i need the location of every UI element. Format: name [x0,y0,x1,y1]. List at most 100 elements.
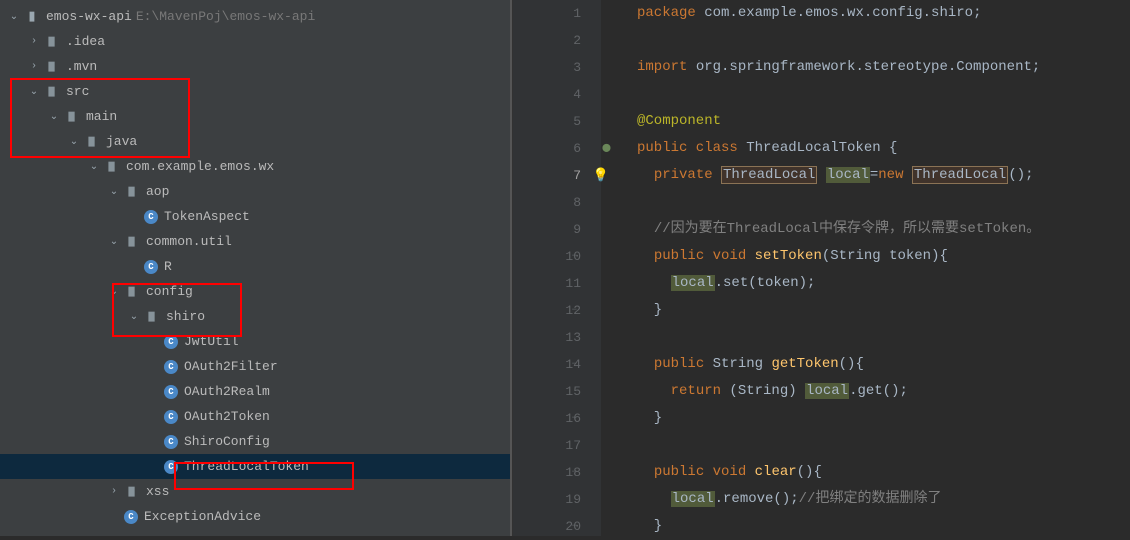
code-token: { [889,140,897,156]
code-token: local [805,383,849,399]
fold-icon[interactable]: − [572,243,577,270]
tree-item-oauth2token[interactable]: OAuth2Token [0,404,510,429]
code-area[interactable]: package com.example.emos.wx.config.shiro… [601,0,1130,536]
package-icon [124,234,140,250]
code-token: return [671,383,730,399]
code-line[interactable]: package com.example.emos.wx.config.shiro… [637,0,1130,27]
code-line[interactable]: } [637,297,1130,324]
code-token: setToken [755,248,822,264]
code-token: org.springframework.stereotype.Component… [696,59,1040,75]
tree-item-oauth2filter[interactable]: OAuth2Filter [0,354,510,379]
code-line[interactable]: public class ThreadLocalToken { [637,135,1130,162]
tree-item--idea[interactable]: › .idea [0,29,510,54]
tree-item-shiroconfig[interactable]: ShiroConfig [0,429,510,454]
fold-icon[interactable]: − [572,351,577,378]
chevron-down-icon[interactable]: ⌄ [68,136,80,148]
code-line[interactable]: local.remove();//把绑定的数据删除了 [637,486,1130,513]
tree-item-com-example-emos-wx[interactable]: ⌄com.example.emos.wx [0,154,510,179]
gutter-line: 1 [513,0,581,27]
chevron-down-icon[interactable]: ⌄ [88,161,100,173]
code-line[interactable] [637,432,1130,459]
tree-item-config[interactable]: ⌄ config [0,279,510,304]
chevron-down-icon[interactable]: ⌄ [108,186,120,198]
code-line[interactable]: local.set(token); [637,270,1130,297]
code-line[interactable]: } [637,405,1130,432]
class-icon [144,210,158,224]
gutter-line: 16− [513,405,581,432]
tree-label: config [146,284,193,299]
chevron-down-icon[interactable]: ⌄ [28,86,40,98]
code-token: package [637,5,704,21]
code-line[interactable]: import org.springframework.stereotype.Co… [637,54,1130,81]
editor-gutter: 123456⬤7💡8910−1112−1314−1516−1718−1920− [513,0,601,536]
tree-item-java[interactable]: ⌄java [0,129,510,154]
code-line[interactable] [637,27,1130,54]
fold-icon[interactable]: − [572,405,577,432]
code-line[interactable] [637,324,1130,351]
tree-item-r[interactable]: R [0,254,510,279]
chevron-right-icon[interactable]: › [28,36,40,48]
code-line[interactable] [637,81,1130,108]
code-token: public void [654,248,755,264]
chevron-right-icon[interactable]: › [28,61,40,73]
tree-item-jwtutil[interactable]: JwtUtil [0,329,510,354]
fold-icon[interactable]: − [572,297,577,324]
package-icon [124,484,140,500]
code-token [637,221,654,237]
tree-item--mvn[interactable]: ›.mvn [0,54,510,79]
folder-icon [44,34,60,50]
code-token: @Component [637,113,721,129]
code-line[interactable]: return (String) local.get(); [637,378,1130,405]
chevron-down-icon[interactable]: ⌄ [108,236,120,248]
code-token: ThreadLocal [721,166,817,184]
code-line[interactable]: public void clear(){ [637,459,1130,486]
package-icon [104,159,120,175]
tree-item-shiro[interactable]: ⌄shiro [0,304,510,329]
code-token: String [713,356,772,372]
code-line[interactable]: @Component [637,108,1130,135]
tree-item-exceptionadvice[interactable]: ExceptionAdvice [0,504,510,529]
chevron-right-icon[interactable]: › [108,486,120,498]
chevron-down-icon[interactable]: ⌄ [108,286,120,298]
code-token: com.example.emos.wx.config.shiro; [704,5,981,21]
gutter-line: 8 [513,189,581,216]
code-token: (String token){ [822,248,948,264]
code-token: local [671,491,715,507]
code-line[interactable]: //因为要在ThreadLocal中保存令牌，所以需要setToken。 [637,216,1130,243]
tree-label: ExceptionAdvice [144,509,261,524]
tree-label: OAuth2Token [184,409,270,424]
tree-label: JwtUtil [184,334,239,349]
chevron-down-icon[interactable]: ⌄ [128,311,140,323]
class-icon [144,260,158,274]
code-token: (); [1008,167,1033,183]
fold-icon[interactable]: − [572,459,577,486]
code-line[interactable]: public String getToken(){ [637,351,1130,378]
bulb-icon[interactable]: 💡 [593,162,609,189]
tree-item-aop[interactable]: ⌄aop [0,179,510,204]
code-line[interactable]: public void setToken(String token){ [637,243,1130,270]
tree-item-threadlocaltoken[interactable]: ThreadLocalToken [0,454,510,479]
tree-item-oauth2realm[interactable]: OAuth2Realm [0,379,510,404]
spring-bean-icon[interactable]: ⬤ [602,135,611,162]
code-line[interactable]: private ThreadLocal local=new ThreadLoca… [637,162,1130,189]
tree-item-main[interactable]: ⌄main [0,104,510,129]
project-tree-panel[interactable]: ⌄emos-wx-apiE:\MavenPoj\emos-wx-api › .ide… [0,0,510,536]
tree-label: R [164,259,172,274]
code-token [637,464,654,480]
tree-item-emos-wx-api[interactable]: ⌄emos-wx-apiE:\MavenPoj\emos-wx-api [0,4,510,29]
tree-item-common-util[interactable]: ⌄common.util [0,229,510,254]
tree-item-xss[interactable]: ›xss [0,479,510,504]
editor-panel: 123456⬤7💡8910−1112−1314−1516−1718−1920− … [512,0,1130,536]
code-token [637,248,654,264]
chevron-down-icon[interactable]: ⌄ [8,11,20,23]
code-token [637,491,671,507]
gutter-line: 6⬤ [513,135,581,162]
tree-item-src[interactable]: ⌄src [0,79,510,104]
code-token: .set(token); [715,275,816,291]
code-token [637,167,654,183]
chevron-down-icon[interactable]: ⌄ [48,111,60,123]
tree-item-tokenaspect[interactable]: TokenAspect [0,204,510,229]
tree-label: .idea [66,34,105,49]
gutter-line: 13 [513,324,581,351]
code-line[interactable] [637,189,1130,216]
